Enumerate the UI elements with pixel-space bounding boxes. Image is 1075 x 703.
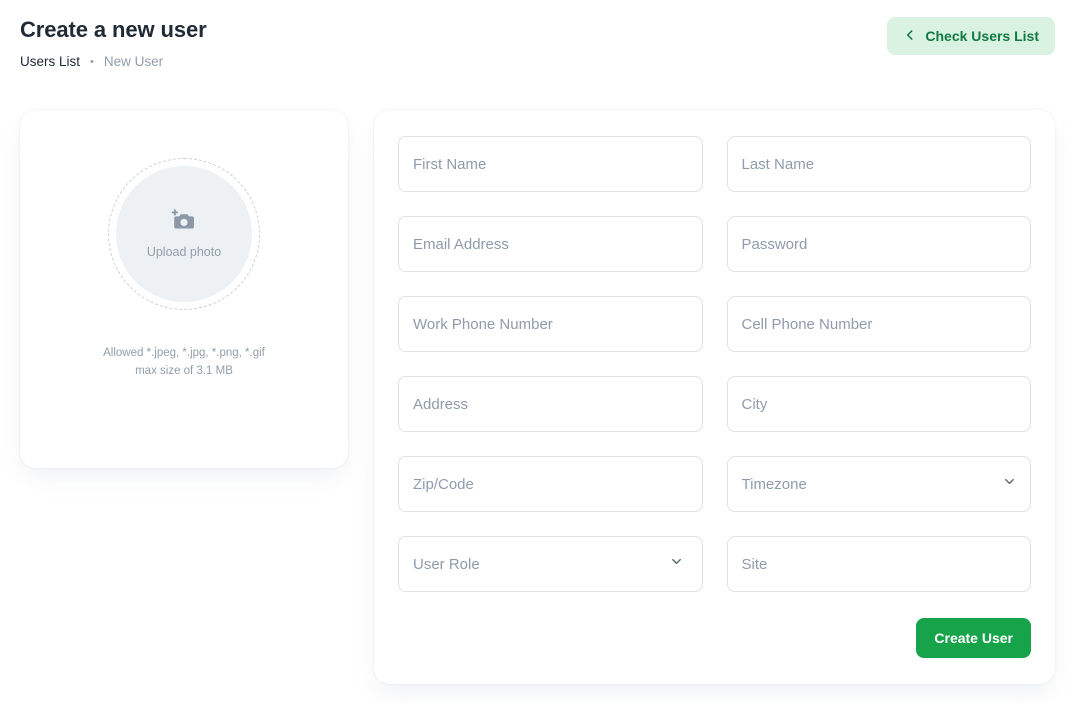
chevron-left-icon — [903, 28, 917, 45]
page-content: Upload photo Allowed *.jpeg, *.jpg, *.pn… — [20, 110, 1055, 684]
check-users-list-label: Check Users List — [925, 28, 1039, 44]
breadcrumb-new-user: New User — [103, 54, 164, 69]
user-role-select[interactable] — [398, 536, 703, 592]
user-form-card: Create User — [374, 110, 1055, 684]
upload-photo-label: Upload photo — [146, 244, 222, 259]
first-name-input[interactable] — [398, 136, 703, 192]
field-city — [726, 376, 1031, 432]
upload-help-line-1: Allowed *.jpeg, *.jpg, *.png, *.gif — [103, 347, 265, 359]
field-work-phone-number — [398, 296, 703, 352]
timezone-select[interactable] — [726, 456, 1031, 512]
upload-photo-card: Upload photo Allowed *.jpeg, *.jpg, *.pn… — [20, 110, 348, 468]
page-header: Create a new user Users List • New User … — [0, 0, 1075, 71]
field-timezone[interactable] — [726, 456, 1031, 512]
user-form-grid — [398, 136, 1031, 592]
upload-photo-dropzone[interactable]: Upload photo — [108, 158, 260, 310]
field-address — [398, 376, 703, 432]
header-left: Create a new user Users List • New User — [20, 14, 207, 71]
create-user-page: Create a new user Users List • New User … — [0, 0, 1075, 703]
field-user-role[interactable] — [398, 536, 703, 592]
field-zip-code — [398, 456, 703, 512]
field-email-address — [398, 216, 703, 272]
check-users-list-button[interactable]: Check Users List — [887, 17, 1055, 55]
city-input[interactable] — [726, 376, 1031, 432]
field-cell-phone-number — [726, 296, 1031, 352]
camera-plus-icon — [171, 208, 197, 238]
field-password — [726, 216, 1031, 272]
site-input[interactable] — [726, 536, 1031, 592]
upload-photo-dropzone-inner: Upload photo — [116, 166, 252, 302]
field-first-name — [398, 136, 703, 192]
create-user-button[interactable]: Create User — [916, 618, 1031, 658]
zip-code-input[interactable] — [398, 456, 703, 512]
field-site — [726, 536, 1031, 592]
upload-photo-help-text: Allowed *.jpeg, *.jpg, *.png, *.gif max … — [103, 344, 265, 380]
address-input[interactable] — [398, 376, 703, 432]
password-input[interactable] — [726, 216, 1031, 272]
field-last-name — [726, 136, 1031, 192]
page-title: Create a new user — [20, 17, 207, 42]
breadcrumb-users-list[interactable]: Users List — [20, 53, 80, 71]
upload-help-line-2: max size of 3.1 MB — [135, 365, 233, 377]
breadcrumb-separator-dot: • — [90, 56, 94, 68]
last-name-input[interactable] — [726, 136, 1031, 192]
form-actions: Create User — [398, 618, 1031, 658]
breadcrumb: Users List • New User — [20, 53, 207, 71]
email-address-input[interactable] — [398, 216, 703, 272]
work-phone-number-input[interactable] — [398, 296, 703, 352]
cell-phone-number-input[interactable] — [726, 296, 1031, 352]
